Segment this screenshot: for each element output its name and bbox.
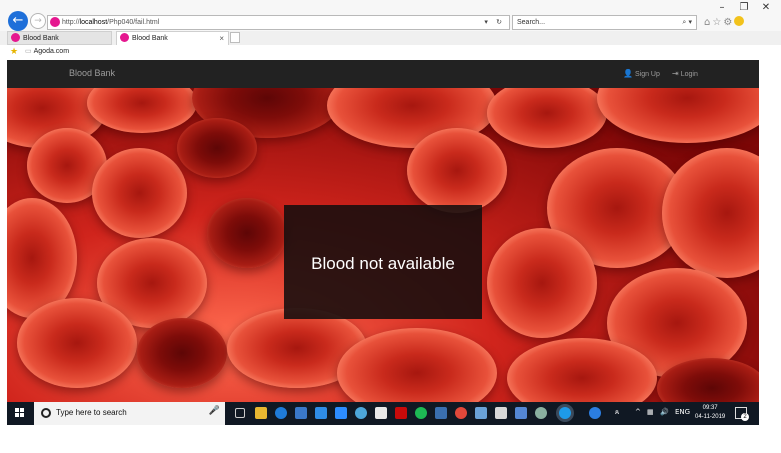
chrome-icon[interactable] (455, 407, 467, 419)
task-view-icon[interactable] (235, 408, 245, 418)
clock-time: 09:37 (702, 405, 718, 411)
browser-search-box[interactable]: Search... ⌕ ▾ (512, 15, 697, 30)
virtualbox-icon[interactable] (475, 407, 487, 419)
people-icon[interactable]: ጰ (615, 408, 619, 417)
login-icon: ⇥ (672, 69, 679, 78)
login-link[interactable]: ⇥ Login (672, 69, 698, 78)
cortana-icon (41, 408, 51, 418)
dropdown-icon[interactable]: ▾ (484, 18, 491, 26)
forward-button[interactable]: → (30, 13, 46, 29)
back-button[interactable]: ← (8, 11, 28, 31)
settings-app-icon[interactable] (535, 407, 547, 419)
address-bar[interactable]: http://localhost/Php040/fail.html ▾ ↻ (47, 15, 510, 30)
web-page: Blood Bank 👤 Sign Up ⇥ Login Blood not a… (7, 60, 759, 402)
search-icon[interactable]: ⌕ ▾ (682, 16, 692, 29)
tray-chevron-icon[interactable]: ^ (635, 408, 641, 416)
spotify-icon[interactable] (415, 407, 427, 419)
tab-favicon-icon (11, 33, 20, 42)
restore-icon[interactable]: ❐ (733, 2, 755, 13)
microphone-icon[interactable]: 🎤 (209, 406, 220, 416)
window-controls: – ❐ ✕ (711, 2, 777, 13)
tab-blood-bank-active[interactable]: Blood Bank × (116, 31, 229, 45)
windows-start-icon[interactable] (15, 408, 25, 418)
browser-toolbar: ← → http://localhost/Php040/fail.html ▾ … (0, 0, 781, 31)
favorite-link-agoda[interactable]: ▭ Agoda.com (25, 47, 69, 55)
site-navbar: Blood Bank 👤 Sign Up ⇥ Login (7, 60, 759, 88)
tab-favicon-icon (120, 33, 129, 42)
favorites-star-icon[interactable]: ☆ (712, 17, 723, 28)
feedback-smiley-icon[interactable] (734, 16, 745, 26)
new-tab-button[interactable] (230, 32, 240, 43)
netflix-icon[interactable] (395, 407, 407, 419)
store-icon[interactable] (295, 407, 307, 419)
word-icon[interactable] (515, 407, 527, 419)
edge-icon[interactable] (275, 407, 287, 419)
mail-icon[interactable] (375, 407, 387, 419)
network-icon[interactable]: ▦ (647, 408, 654, 416)
dropbox-icon[interactable] (315, 407, 327, 419)
site-brand[interactable]: Blood Bank (69, 68, 115, 78)
blood-cells-background-image: Blood not available (7, 88, 759, 402)
site-favicon-icon (50, 17, 60, 27)
user-icon: 👤 (623, 69, 633, 78)
settings-gear-icon[interactable]: ⚙ (723, 17, 734, 28)
notification-count: 2 (741, 413, 749, 421)
minimize-icon[interactable]: – (711, 2, 733, 13)
language-indicator[interactable]: ENG (675, 408, 690, 416)
address-url: http://localhost/Php040/fail.html (62, 19, 160, 26)
address-tools[interactable]: ▾ ↻ (484, 16, 505, 29)
favorites-bar: ★ ▭ Agoda.com (0, 45, 781, 60)
notepad-icon[interactable] (495, 407, 507, 419)
windows-taskbar: Type here to search 🎤 ጰ ^ ▦ 🔊 ENG 09:37 … (7, 402, 759, 425)
sign-up-link[interactable]: 👤 Sign Up (623, 69, 660, 78)
taskbar-search-placeholder: Type here to search (56, 408, 127, 417)
screen: ← → http://localhost/Php040/fail.html ▾ … (0, 0, 781, 453)
clock-date: 04-11-2019 (695, 414, 726, 420)
message-box: Blood not available (284, 205, 482, 319)
help-icon[interactable] (589, 407, 601, 419)
taskbar-search-box[interactable]: Type here to search 🎤 (34, 402, 225, 425)
internet-explorer-icon[interactable] (559, 407, 571, 419)
taskbar-clock[interactable]: 09:37 04-11-2019 (695, 404, 725, 422)
tab-blood-bank-1[interactable]: Blood Bank (7, 31, 112, 45)
file-explorer-icon[interactable] (255, 407, 267, 419)
browser-search-placeholder: Search... (517, 19, 546, 26)
blood-not-available-message: Blood not available (311, 254, 455, 273)
tab-close-icon[interactable]: × (219, 32, 224, 46)
terminal-icon[interactable] (435, 407, 447, 419)
tab-bar: Blood Bank Blood Bank × (0, 31, 781, 45)
browser-tool-icons: ⌂☆⚙ (704, 16, 745, 28)
notifications-icon[interactable]: 2 (735, 407, 749, 421)
zoom-icon[interactable] (335, 407, 347, 419)
infinity-app-icon[interactable] (355, 407, 367, 419)
favorites-star-icon[interactable]: ★ (10, 47, 18, 57)
refresh-icon[interactable]: ↻ (496, 18, 505, 26)
volume-icon[interactable]: 🔊 (660, 408, 669, 416)
close-icon[interactable]: ✕ (755, 2, 777, 13)
